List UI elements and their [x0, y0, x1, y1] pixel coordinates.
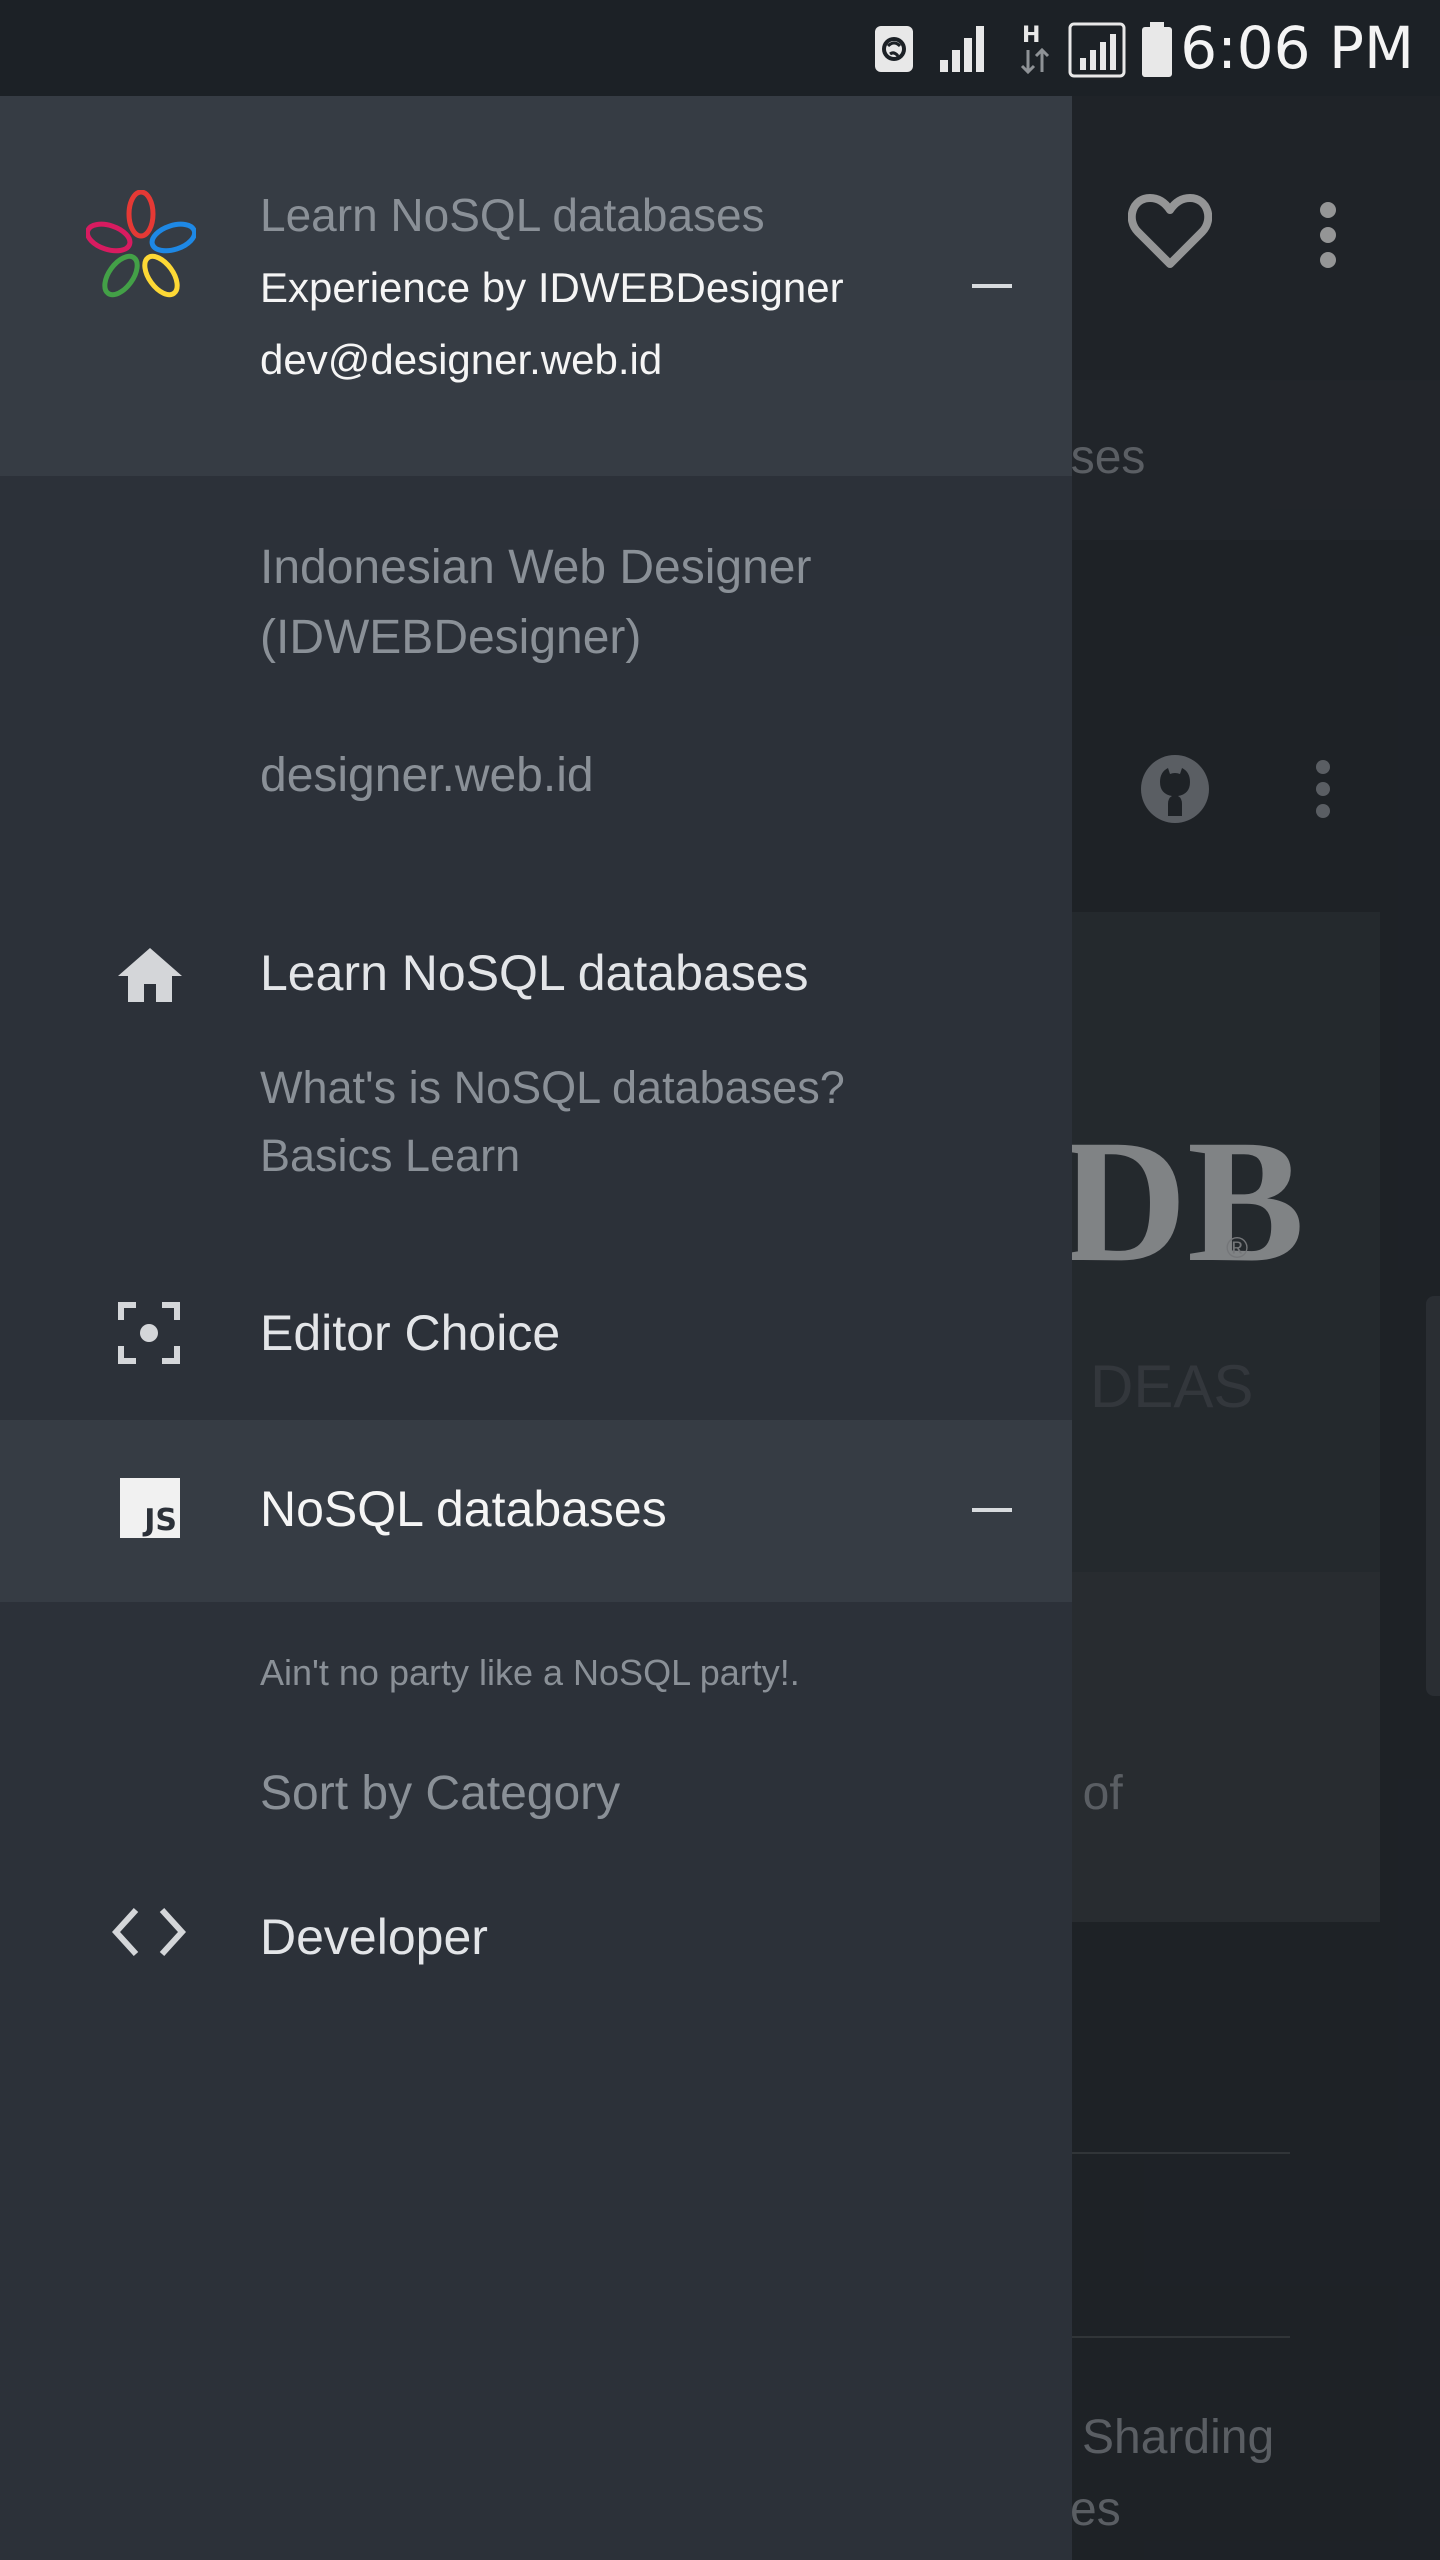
nav-subitem-sort-by-category[interactable]: Sort by Category: [260, 1766, 620, 1821]
cell-signal-box-icon: [1068, 22, 1126, 78]
nav-item-editor-choice[interactable]: Editor Choice: [0, 1278, 1072, 1388]
home-icon: [118, 948, 182, 1002]
nav-item-nosql-databases[interactable]: JS NoSQL databases: [0, 1420, 1072, 1602]
nav-subitem-nosql-party[interactable]: Ain't no party like a NoSQL party!.: [260, 1652, 800, 1694]
nav-subitem-basics-learn[interactable]: Basics Learn: [260, 1130, 520, 1182]
nav-item-label: Editor Choice: [260, 1305, 561, 1361]
app-logo-icon: [86, 190, 196, 298]
drawer-email: dev@designer.web.id: [260, 336, 663, 383]
drawer-header: Learn NoSQL databases Experience by IDWE…: [0, 96, 1072, 476]
collapse-minus-icon[interactable]: [972, 284, 1012, 288]
account-website-link[interactable]: designer.web.id: [260, 748, 594, 803]
code-icon: [112, 1907, 186, 1957]
svg-text:H: H: [1022, 23, 1040, 48]
hspa-data-icon: H: [1020, 23, 1050, 75]
nav-item-developer[interactable]: Developer: [0, 1878, 1072, 1988]
drawer-app-title: Learn NoSQL databases: [260, 189, 765, 241]
nav-item-learn-nosql[interactable]: Learn NoSQL databases: [0, 916, 1072, 1026]
battery-icon: [1142, 22, 1172, 77]
center-focus-icon: [118, 1302, 180, 1364]
navigation-drawer: Learn NoSQL databases Experience by IDWE…: [0, 96, 1072, 2560]
cell-signal-icon: [940, 26, 984, 72]
collapse-minus-icon[interactable]: [972, 1508, 1012, 1512]
nav-subitem-whats-nosql[interactable]: What's is NoSQL databases?: [260, 1062, 845, 1114]
status-bar: H 6:06 PM: [0, 0, 1440, 96]
status-time: 6:06 PM: [1180, 14, 1414, 82]
js-icon: JS: [120, 1478, 180, 1538]
nav-item-label: NoSQL databases: [260, 1481, 667, 1537]
account-name-line1: Indonesian Web Designer: [260, 541, 812, 594]
vpn-globe-icon: [875, 26, 913, 72]
account-name-line2: (IDWEBDesigner): [260, 611, 642, 664]
nav-item-label: Developer: [260, 1909, 488, 1965]
nav-item-label: Learn NoSQL databases: [260, 945, 809, 1001]
drawer-subtitle: Experience by IDWEBDesigner: [260, 264, 844, 311]
